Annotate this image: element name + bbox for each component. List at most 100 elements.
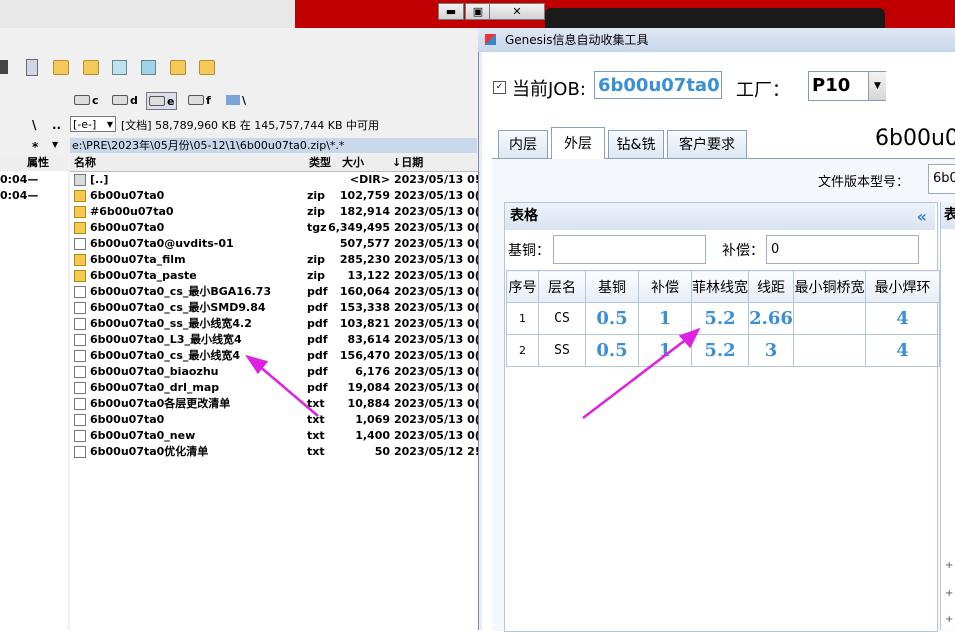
minimize-button[interactable]: ▬: [438, 3, 464, 20]
archive-icon: [74, 254, 86, 266]
file-type: pdf: [307, 333, 328, 346]
file-row[interactable]: 6b00u07ta0_cs_最小线宽4 pdf 156,470 2023/05/13 …: [72, 348, 480, 364]
file-row[interactable]: 6b00u07ta0 txt 1,069 2023/05/13 0(: [72, 412, 480, 428]
job-checkbox[interactable]: ✓: [493, 81, 506, 94]
file-row[interactable]: 6b00u07ta0_biaozhu pdf 6,176 2023/05/13 0(: [72, 364, 480, 380]
grid-col-spacing[interactable]: 线距: [748, 270, 794, 303]
grid-row[interactable]: 1 CS 0.5 1 5.2 2.66 4: [506, 302, 940, 335]
path-up-button[interactable]: ..: [52, 118, 61, 132]
file-row[interactable]: 6b00u07ta0_cs_最小SMD9.84 pdf 153,338 2023/05…: [72, 300, 480, 316]
grid-cell[interactable]: [793, 334, 866, 367]
grid-cell[interactable]: 1: [506, 302, 539, 335]
maximize-button[interactable]: ▣: [465, 3, 491, 20]
grid-col-layer[interactable]: 层名: [538, 270, 586, 303]
file-row[interactable]: 6b00u07ta0_cs_最小BGA16.73 pdf 160,064 2023/0…: [72, 284, 480, 300]
file-row[interactable]: 6b00u07ta0 zip 102,759 2023/05/13 0(: [72, 188, 480, 204]
file-name: 6b00u07ta0_new: [90, 429, 196, 442]
compensation-input[interactable]: 0: [766, 235, 919, 264]
pdf-file-icon: [74, 366, 86, 378]
grid-cell[interactable]: 2.66: [748, 302, 794, 335]
drive-button-d[interactable]: d: [112, 92, 138, 108]
grid-col-min-bridge[interactable]: 最小铜桥宽: [793, 270, 866, 303]
column-header-date[interactable]: ↓日期: [392, 155, 423, 171]
grid-cell[interactable]: CS: [538, 302, 586, 335]
file-row[interactable]: 6b00u07ta0优化清单 txt 50 2023/05/12 2!: [72, 444, 480, 460]
left-pane-time: 0:04—: [0, 189, 39, 202]
file-row[interactable]: 6b00u07ta0_drl_map pdf 19,084 2023/05/13 0(: [72, 380, 480, 396]
drive-button-f[interactable]: f: [188, 92, 211, 108]
tab-inner-layer[interactable]: 内层: [498, 130, 548, 158]
chevron-down-icon[interactable]: ▼: [868, 72, 886, 100]
file-size: 182,914: [339, 205, 390, 218]
file-row[interactable]: 6b00u07ta_paste zip 13,122 2023/05/13 0(: [72, 268, 480, 284]
file-row[interactable]: 6b00u07ta_film zip 285,230 2023/05/13 0(: [72, 252, 480, 268]
column-header-size[interactable]: 大小: [342, 155, 364, 171]
file-name: 6b00u07ta0_cs_最小线宽4: [90, 349, 241, 362]
tab-customer-requirements[interactable]: 客户要求: [667, 130, 747, 158]
grid-cell[interactable]: 5.2: [691, 302, 749, 335]
grid-cell[interactable]: 4: [865, 302, 940, 335]
file-row[interactable]: 6b00u07ta0@uvdits-01 507,577 2023/05/13 0(: [72, 236, 480, 252]
file-row[interactable]: 6b00u07ta0_new txt 1,400 2023/05/13 0(: [72, 428, 480, 444]
grid-cell[interactable]: 1: [638, 334, 692, 367]
expand-marker-icon[interactable]: +: [945, 560, 953, 571]
close-button[interactable]: ✕: [489, 3, 545, 20]
chevron-down-icon: ▼: [106, 120, 113, 129]
grid-cell[interactable]: 0.5: [585, 334, 639, 367]
path-root-button[interactable]: \: [32, 118, 36, 132]
file-row[interactable]: #6b00u07ta0 zip 182,914 2023/05/13 0(: [72, 204, 480, 220]
left-pane-header[interactable]: 属性: [0, 155, 68, 171]
tab-outer-layer[interactable]: 外层: [551, 127, 605, 159]
file-row[interactable]: 6b00u07ta0_L3_最小线宽4 pdf 83,614 2023/05/13 0…: [72, 332, 480, 348]
genesis-titlebar[interactable]: Genesis信息自动收集工具: [478, 28, 955, 52]
expand-marker-icon[interactable]: +: [945, 614, 953, 625]
collapse-icon[interactable]: «: [917, 203, 927, 230]
file-row[interactable]: 6b00u07ta0 tgz 6,349,495 2023/05/13 0(: [72, 220, 480, 236]
folder-icon[interactable]: [199, 60, 215, 75]
file-row[interactable]: 6b00u07ta0_ss_最小线宽4.2 pdf 103,821 2023/05/1…: [72, 316, 480, 332]
grid-col-seq[interactable]: 序号: [506, 270, 539, 303]
grid-cell[interactable]: SS: [538, 334, 586, 367]
grid-cell[interactable]: 0.5: [585, 302, 639, 335]
grid-cell[interactable]: 2: [506, 334, 539, 367]
sort-arrow-icon[interactable]: ▼: [52, 140, 58, 149]
expand-marker-icon[interactable]: +: [945, 588, 953, 599]
document-icon[interactable]: [141, 60, 156, 75]
job-input[interactable]: 6b00u07ta0: [594, 71, 722, 99]
base-copper-input[interactable]: [553, 235, 706, 264]
grid-col-compensation[interactable]: 补偿: [638, 270, 692, 303]
attr-column-header[interactable]: 属性: [27, 155, 49, 171]
drive-combo[interactable]: [-e-] ▼: [70, 116, 116, 132]
version-input[interactable]: 6b0: [928, 164, 955, 194]
grid-cell[interactable]: 1: [638, 302, 692, 335]
document-icon[interactable]: [112, 60, 127, 75]
column-header-name[interactable]: 名称: [74, 155, 96, 171]
file-name: 6b00u07ta_film: [90, 253, 186, 266]
file-list-header: 名称 类型 大小 ↓日期: [70, 155, 478, 172]
column-header-type[interactable]: 类型: [309, 155, 331, 171]
drive-button-e[interactable]: e: [146, 92, 178, 110]
folder-icon[interactable]: [53, 60, 69, 75]
archive-icon: [74, 206, 86, 218]
file-row[interactable]: [..] <DIR> 2023/05/13 0!: [72, 172, 480, 188]
grid-cell[interactable]: 3: [748, 334, 794, 367]
grid-col-min-ring[interactable]: 最小焊环: [865, 270, 940, 303]
folder-icon[interactable]: [83, 60, 99, 75]
device-icon[interactable]: [26, 59, 38, 76]
file-size: 6,176: [355, 365, 390, 378]
grid-cell[interactable]: 4: [865, 334, 940, 367]
grid-col-base-copper[interactable]: 基铜: [585, 270, 639, 303]
grid-row[interactable]: 2 SS 0.5 1 5.2 3 4: [506, 334, 940, 367]
file-date: 2023/05/13 0(: [394, 189, 480, 202]
grid-cell[interactable]: 5.2: [691, 334, 749, 367]
drive-button-network[interactable]: \: [226, 92, 246, 108]
grid-col-film-width[interactable]: 菲林线宽: [691, 270, 749, 303]
folder-icon[interactable]: [170, 60, 186, 75]
file-size: 285,230: [339, 253, 390, 266]
grid-cell[interactable]: [793, 302, 866, 335]
drive-button-c[interactable]: c: [74, 92, 99, 108]
tab-drill-mill[interactable]: 钻&铣: [608, 130, 664, 158]
file-type: zip: [307, 189, 326, 202]
toolbar-edge-icon[interactable]: [0, 60, 8, 74]
file-row[interactable]: 6b00u07ta0各层更改清单 txt 10,884 2023/05/13 0(: [72, 396, 480, 412]
